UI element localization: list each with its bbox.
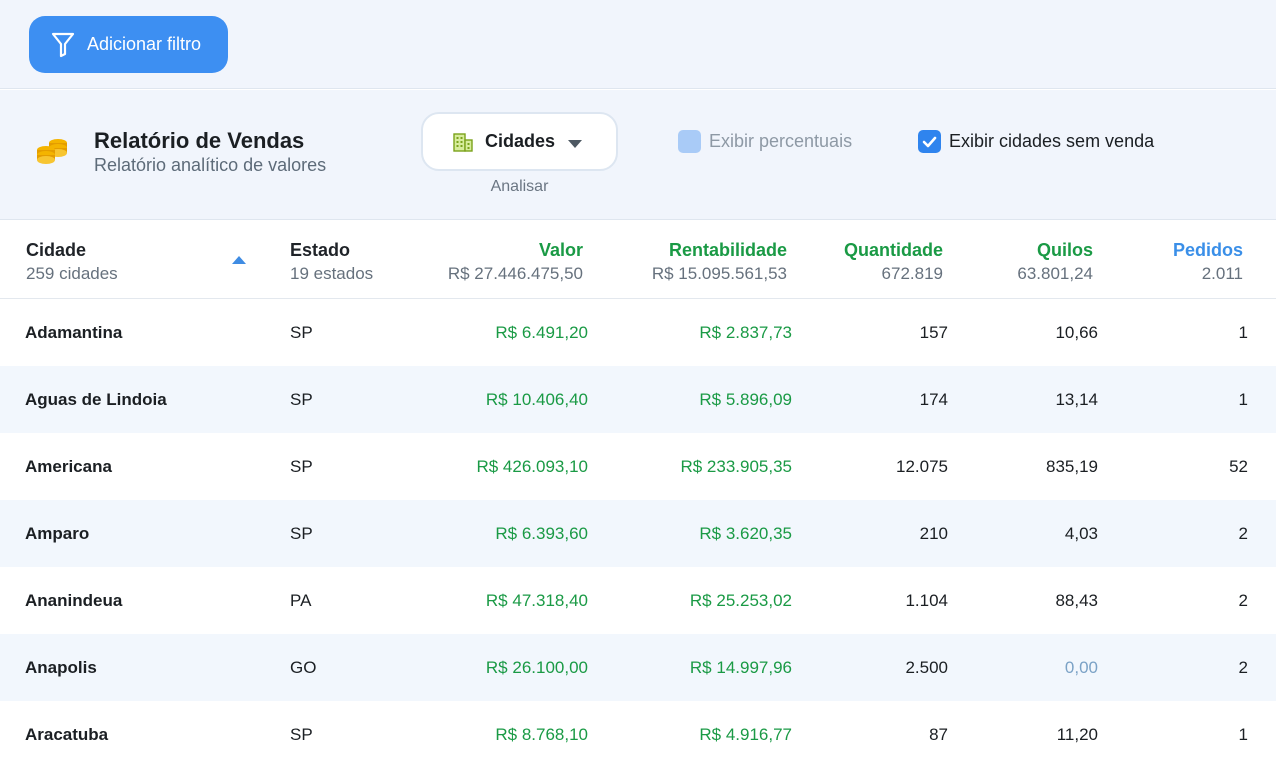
column-quilos-total: 63.801,24 — [1017, 264, 1093, 283]
column-pedidos-label: Pedidos — [1172, 240, 1243, 260]
cell-rentabilidade: R$ 5.896,09 — [699, 390, 792, 409]
column-estado-label: Estado — [290, 240, 351, 260]
column-cidade[interactable]: Cidade 259 cidades — [26, 240, 118, 284]
cell-valor: R$ 8.768,10 — [495, 725, 588, 744]
column-rentabilidade-total: R$ 15.095.561,53 — [651, 264, 787, 283]
sort-ascending-icon[interactable] — [232, 256, 246, 264]
cell-rentabilidade: R$ 25.253,02 — [689, 591, 792, 610]
cell-quilos: 88,43 — [1055, 591, 1098, 610]
cell-pedidos: 2 — [1238, 658, 1248, 677]
report-title: Relatório de Vendas — [94, 128, 305, 153]
table-row[interactable]: Aguas de Lindoia SP R$ 10.406,40 R$ 5.89… — [0, 366, 1276, 433]
cell-quilos: 4,03 — [1064, 524, 1098, 543]
analyze-selector-value: Cidades — [485, 131, 556, 151]
table-row[interactable]: Ananindeua PA R$ 47.318,40 R$ 25.253,02 … — [0, 567, 1276, 634]
table-row[interactable]: Amparo SP R$ 6.393,60 R$ 3.620,35 210 4,… — [0, 500, 1276, 567]
cell-estado: PA — [290, 591, 312, 610]
sales-table: Cidade 259 cidades Estado 19 estados Val… — [0, 220, 1276, 768]
table-row[interactable]: Aracatuba SP R$ 8.768,10 R$ 4.916,77 87 … — [0, 701, 1276, 768]
cell-pedidos: 2 — [1238, 591, 1248, 610]
column-rentabilidade[interactable]: Rentabilidade R$ 15.095.561,53 — [652, 240, 787, 284]
cell-rentabilidade: R$ 3.620,35 — [699, 524, 792, 543]
column-cidade-label: Cidade — [26, 240, 87, 260]
cell-quantidade: 12.075 — [896, 457, 948, 476]
cell-rentabilidade: R$ 14.997,96 — [689, 658, 792, 677]
column-valor-total: R$ 27.446.475,50 — [447, 264, 583, 283]
cell-rentabilidade: R$ 2.837,73 — [699, 323, 792, 342]
cell-cidade: Anapolis — [25, 658, 97, 677]
cell-pedidos: 1 — [1238, 390, 1248, 409]
cell-valor: R$ 6.491,20 — [495, 323, 588, 342]
cell-quilos: 11,20 — [1056, 725, 1098, 744]
column-pedidos-total: 2.011 — [1201, 264, 1243, 283]
cell-rentabilidade: R$ 233.905,35 — [680, 457, 792, 476]
cell-valor: R$ 10.406,40 — [485, 390, 588, 409]
buildings-icon — [453, 132, 473, 152]
column-quilos-label: Quilos — [1036, 240, 1093, 260]
cell-pedidos: 1 — [1238, 323, 1248, 342]
cell-estado: SP — [290, 524, 313, 543]
filter-icon — [51, 32, 75, 57]
cell-cidade: Adamantina — [25, 323, 123, 342]
cell-valor: R$ 47.318,40 — [485, 591, 588, 610]
coins-icon — [37, 139, 67, 164]
cell-estado: SP — [290, 390, 313, 409]
cell-valor: R$ 426.093,10 — [476, 457, 588, 476]
checkmark-icon — [918, 130, 941, 153]
add-filter-button[interactable]: Adicionar filtro — [29, 16, 228, 73]
column-quantidade[interactable]: Quantidade 672.819 — [844, 240, 943, 284]
cell-rentabilidade: R$ 4.916,77 — [699, 725, 792, 744]
cell-pedidos: 1 — [1238, 725, 1248, 744]
cell-quilos: 835,19 — [1046, 457, 1098, 476]
chevron-down-icon — [568, 140, 582, 148]
cell-quantidade: 2.500 — [905, 658, 948, 677]
cell-cidade: Ananindeua — [25, 591, 123, 610]
column-estado-count: 19 estados — [290, 264, 374, 283]
cell-quilos: 10,66 — [1055, 323, 1098, 342]
report-subtitle: Relatório analítico de valores — [94, 155, 327, 175]
analyze-caption: Analisar — [490, 178, 549, 195]
column-valor-label: Valor — [538, 240, 583, 260]
cell-quantidade: 157 — [919, 323, 948, 342]
cell-quilos: 0,00 — [1064, 658, 1098, 677]
show-no-sales-checkbox[interactable]: Exibir cidades sem venda — [918, 130, 1154, 153]
show-no-sales-label: Exibir cidades sem venda — [949, 131, 1155, 151]
report-header: Relatório de Vendas Relatório analítico … — [0, 90, 1276, 220]
cell-pedidos: 52 — [1229, 457, 1248, 476]
cell-quantidade: 87 — [929, 725, 948, 744]
cell-quantidade: 210 — [919, 524, 948, 543]
cell-cidade: Americana — [25, 457, 112, 476]
cell-pedidos: 2 — [1238, 524, 1248, 543]
column-quantidade-total: 672.819 — [881, 264, 943, 283]
unchecked-box-icon — [678, 130, 701, 153]
cell-valor: R$ 26.100,00 — [485, 658, 588, 677]
cell-estado: SP — [290, 457, 313, 476]
column-estado[interactable]: Estado 19 estados — [290, 240, 373, 284]
cell-cidade: Aguas de Lindoia — [25, 390, 167, 409]
column-pedidos[interactable]: Pedidos 2.011 — [1173, 240, 1243, 284]
cell-cidade: Aracatuba — [25, 725, 109, 744]
column-valor[interactable]: Valor R$ 27.446.475,50 — [448, 240, 583, 284]
show-percent-label: Exibir percentuais — [709, 131, 853, 151]
table-row[interactable]: Anapolis GO R$ 26.100,00 R$ 14.997,96 2.… — [0, 634, 1276, 701]
cell-quilos: 13,14 — [1055, 390, 1098, 409]
column-cidade-count: 259 cidades — [26, 264, 118, 283]
column-quantidade-label: Quantidade — [843, 240, 943, 260]
cell-cidade: Amparo — [25, 524, 90, 543]
column-quilos[interactable]: Quilos 63.801,24 — [1017, 240, 1093, 284]
top-toolbar: Adicionar filtro — [0, 0, 1276, 89]
column-rentabilidade-label: Rentabilidade — [668, 240, 787, 260]
cell-quantidade: 1.104 — [905, 591, 948, 610]
cell-quantidade: 174 — [919, 390, 948, 409]
table-row[interactable]: Adamantina SP R$ 6.491,20 R$ 2.837,73 15… — [0, 299, 1276, 366]
cell-estado: GO — [290, 658, 317, 677]
cell-valor: R$ 6.393,60 — [495, 524, 588, 543]
show-percent-checkbox[interactable]: Exibir percentuais — [678, 130, 852, 153]
add-filter-label: Adicionar filtro — [87, 34, 202, 54]
cell-estado: SP — [290, 725, 313, 744]
analyze-selector[interactable]: Cidades — [421, 112, 618, 171]
table-header: Cidade 259 cidades Estado 19 estados Val… — [0, 220, 1276, 299]
table-row[interactable]: Americana SP R$ 426.093,10 R$ 233.905,35… — [0, 433, 1276, 500]
cell-estado: SP — [290, 323, 313, 342]
